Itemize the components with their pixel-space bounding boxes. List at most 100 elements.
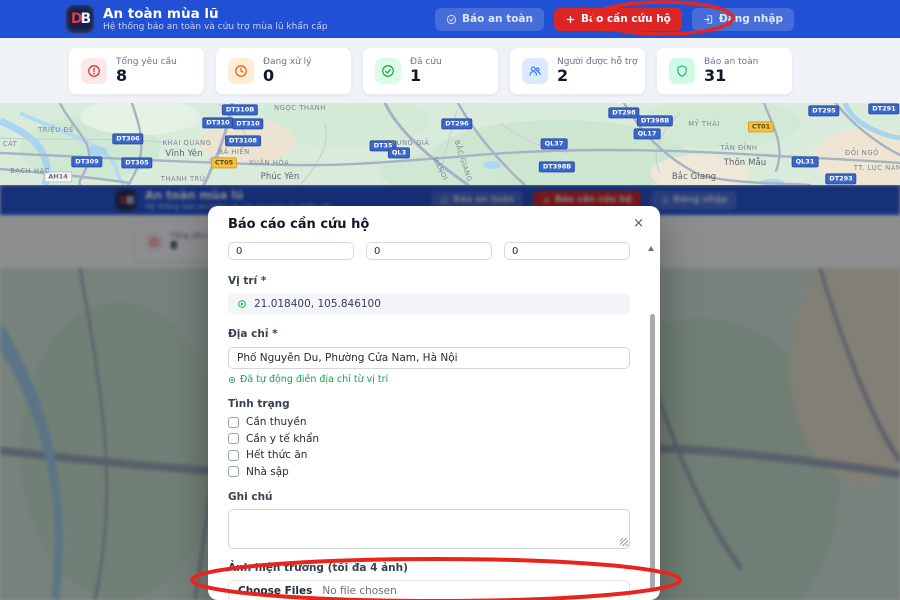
stat-card: Tổng yêu cầu8 bbox=[68, 47, 205, 95]
road-badge: DT398B bbox=[637, 115, 673, 126]
modal-header: Báo cáo cần cứu hộ × bbox=[208, 206, 660, 242]
modal-title: Báo cáo cần cứu hộ bbox=[228, 217, 369, 232]
note-label: Ghi chú bbox=[228, 491, 630, 503]
map[interactable]: DT310BDT310DT310DT3108DT306DT309DT305CT0… bbox=[0, 103, 900, 185]
shield-icon bbox=[669, 58, 695, 84]
checkbox-icon[interactable] bbox=[228, 433, 239, 444]
status-option[interactable]: Nhà sập bbox=[228, 466, 630, 478]
button-label: Báo cần cứu hộ bbox=[581, 13, 671, 25]
stat-card: Người được hỗ trợ2 bbox=[509, 47, 646, 95]
modal-scrollbar-thumb[interactable] bbox=[650, 314, 655, 592]
stat-card: Đã cứu1 bbox=[362, 47, 499, 95]
app-header: DB An toàn mùa lũ Hệ thống báo an toàn v… bbox=[0, 0, 900, 38]
stat-value: 2 bbox=[557, 67, 638, 85]
safe-report-button[interactable]: Báo an toàn bbox=[435, 8, 544, 31]
road-badge: DT293 bbox=[825, 173, 856, 184]
button-label: Báo an toàn bbox=[462, 13, 533, 25]
status-option[interactable]: Cần thuyền bbox=[228, 416, 630, 428]
status-option-label: Cần y tế khẩn bbox=[246, 433, 319, 445]
place-label: NGỌC THANH bbox=[274, 104, 326, 112]
login-button[interactable]: Đăng nhập bbox=[692, 8, 794, 31]
road-badge: DT310 bbox=[202, 117, 233, 128]
checkbox-icon[interactable] bbox=[228, 417, 239, 428]
status-option-label: Nhà sập bbox=[246, 466, 289, 478]
app-subtitle: Hệ thống báo an toàn và cứu trợ mùa lũ k… bbox=[103, 22, 328, 33]
modal-body: Vị trí * 21.018400, 105.846100 Địa chỉ * bbox=[208, 242, 660, 600]
place-label: CÁT bbox=[3, 140, 18, 148]
check-circle-icon bbox=[446, 14, 457, 25]
stat-value: 8 bbox=[116, 67, 177, 85]
stat-label: Người được hỗ trợ bbox=[557, 57, 638, 67]
place-label: ĐỒI NGÔ bbox=[845, 149, 879, 157]
road-badge: QL3 bbox=[388, 147, 410, 158]
textarea-resize-handle[interactable] bbox=[620, 538, 628, 546]
address-helper-text: Đã tự động điền địa chỉ từ vị trí bbox=[240, 374, 388, 385]
modal-backdrop-section: DB An toàn mùa lũ Hệ thống báo an toàn v… bbox=[0, 185, 900, 600]
location-coordinates: 21.018400, 105.846100 bbox=[254, 298, 381, 310]
photos-label: Ảnh hiện trường (tối đa 4 ảnh) bbox=[228, 562, 630, 574]
address-input[interactable] bbox=[228, 347, 630, 369]
status-option-label: Cần thuyền bbox=[246, 416, 307, 428]
place-label: TT. LỤC NAM bbox=[854, 164, 900, 172]
close-icon[interactable]: × bbox=[633, 217, 644, 230]
place-label: THANH TRÙ bbox=[161, 175, 206, 183]
scrollbar-up-arrow-icon[interactable] bbox=[648, 246, 654, 251]
place-label: Thôn Mẫu bbox=[724, 158, 767, 168]
logo-letter-b: B bbox=[80, 11, 89, 27]
people-count-input[interactable] bbox=[504, 242, 630, 260]
login-icon bbox=[703, 14, 714, 25]
stat-value: 31 bbox=[704, 67, 758, 85]
rescue-report-button[interactable]: Báo cần cứu hộ bbox=[554, 8, 682, 31]
users-icon bbox=[522, 58, 548, 84]
road-badge: DT295 bbox=[808, 105, 839, 116]
road-badge: QL37 bbox=[541, 138, 568, 149]
stats-row: Tổng yêu cầu8Đang xử lý0Đã cứu1Người đượ… bbox=[0, 38, 900, 103]
people-count-input[interactable] bbox=[228, 242, 354, 260]
choose-files-button[interactable]: Choose Files bbox=[238, 585, 312, 597]
photo-file-input[interactable]: Choose Files No file chosen bbox=[228, 580, 630, 600]
status-option-label: Hết thức ăn bbox=[246, 449, 307, 461]
road-badge: CT01 bbox=[748, 121, 774, 132]
note-textarea[interactable] bbox=[228, 509, 630, 549]
stat-value: 0 bbox=[263, 67, 312, 85]
checkbox-icon[interactable] bbox=[228, 450, 239, 461]
app-title: An toàn mùa lũ bbox=[103, 6, 328, 22]
stat-card: Đang xử lý0 bbox=[215, 47, 352, 95]
road-badge: DT309 bbox=[71, 156, 102, 167]
road-badge: DT310 bbox=[232, 118, 263, 129]
people-count-row bbox=[228, 242, 630, 260]
clock-icon bbox=[228, 58, 254, 84]
road-badge: QL17 bbox=[634, 128, 661, 139]
status-label: Tình trạng bbox=[228, 398, 630, 410]
location-value-box: 21.018400, 105.846100 bbox=[228, 293, 630, 315]
place-label: TRUNG GIÃ bbox=[387, 139, 430, 147]
header-titles: An toàn mùa lũ Hệ thống báo an toàn và c… bbox=[103, 6, 328, 33]
checkbox-icon[interactable] bbox=[228, 466, 239, 477]
place-label: HANOI bbox=[431, 156, 450, 182]
button-label: Đăng nhập bbox=[719, 13, 783, 25]
place-label: XUÂN HÒA bbox=[249, 159, 290, 167]
place-label: MỸ THÁI bbox=[688, 120, 720, 128]
rescue-report-modal: Báo cáo cần cứu hộ × Vị trí * 21.018400,… bbox=[208, 206, 660, 600]
road-badge: DT306 bbox=[112, 133, 143, 144]
address-label: Địa chỉ * bbox=[228, 328, 630, 340]
status-option[interactable]: Cần y tế khẩn bbox=[228, 433, 630, 445]
place-label: Phúc Yên bbox=[261, 172, 300, 182]
plus-icon bbox=[565, 14, 576, 25]
road-badge: QL31 bbox=[792, 156, 819, 167]
road-badge: DT3108 bbox=[225, 135, 261, 146]
app-logo: DB bbox=[66, 5, 94, 33]
auto-fill-pin-icon bbox=[228, 376, 236, 384]
map-labels: DT310BDT310DT310DT3108DT306DT309DT305CT0… bbox=[0, 103, 900, 185]
status-option[interactable]: Hết thức ăn bbox=[228, 449, 630, 461]
place-label: Vĩnh Yên bbox=[165, 149, 202, 159]
road-badge: DT305 bbox=[121, 157, 152, 168]
people-count-input[interactable] bbox=[366, 242, 492, 260]
stat-value: 1 bbox=[410, 67, 442, 85]
road-badge: DT291 bbox=[868, 103, 899, 114]
place-label: TRIỆU ĐỀ bbox=[38, 126, 74, 134]
status-options: Cần thuyền Cần y tế khẩn Hết thức ăn Nhà sậ… bbox=[228, 416, 630, 478]
road-badge: DT298 bbox=[608, 107, 639, 118]
place-label: BẮC GIANG bbox=[453, 139, 474, 182]
place-label: BẠCH HẠC bbox=[10, 167, 50, 175]
